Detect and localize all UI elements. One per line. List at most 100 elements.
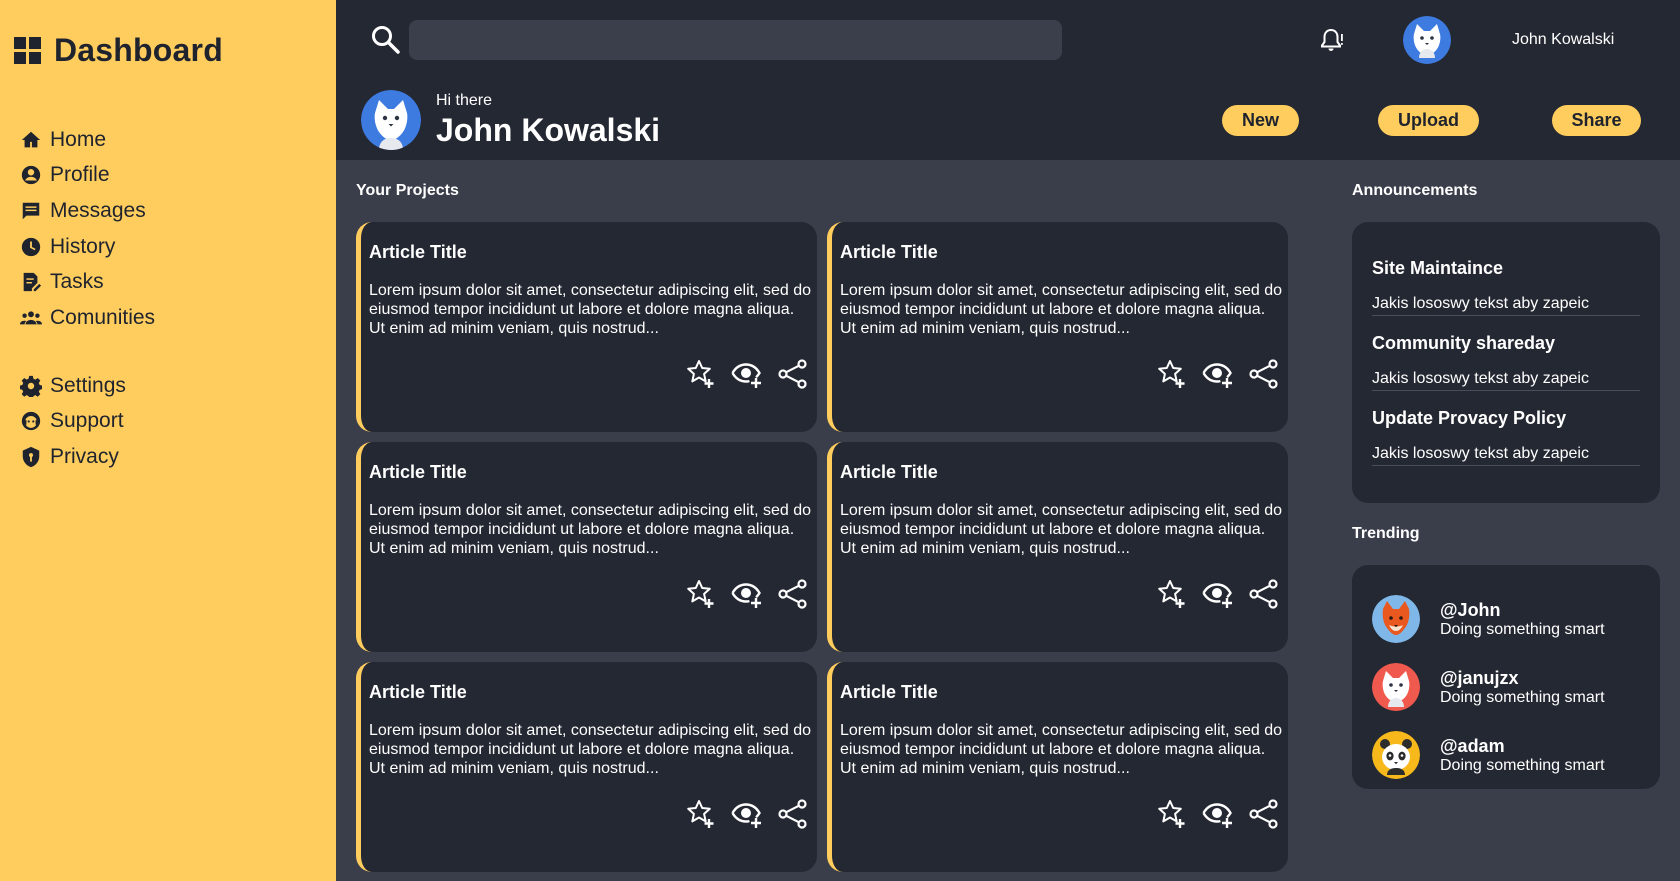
trending-panel: @John Doing something smart @janujzx Doi… (1352, 565, 1660, 789)
support-icon (20, 410, 42, 432)
tasks-icon (20, 271, 42, 293)
primary-nav: Home Profile Messages History Tasks Comu… (20, 122, 155, 336)
secondary-nav: Settings Support Privacy (20, 368, 126, 475)
upload-button[interactable]: Upload (1378, 105, 1479, 136)
share-icon[interactable] (1248, 358, 1280, 390)
sidebar-item-messages[interactable]: Messages (20, 193, 155, 229)
announcement-title: Community shareday (1372, 333, 1556, 353)
home-icon (20, 129, 42, 151)
trending-info: @John Doing something smart (1440, 600, 1605, 639)
trending-item[interactable]: @janujzx Doing something smart (1372, 653, 1640, 721)
card-actions (1156, 358, 1280, 390)
sidebar-item-label: Support (50, 409, 124, 433)
sidebar-item-home[interactable]: Home (20, 122, 155, 158)
sidebar-item-history[interactable]: History (20, 229, 155, 265)
sidebar-item-privacy[interactable]: Privacy (20, 439, 126, 475)
star-add-icon[interactable] (1156, 358, 1188, 390)
trending-handle[interactable]: @adam (1440, 736, 1605, 757)
trending-handle[interactable]: @John (1440, 600, 1605, 621)
header: John Kowalski Hi there John Kowalski New… (336, 0, 1680, 160)
gear-icon (20, 375, 42, 397)
share-icon[interactable] (777, 358, 809, 390)
sidebar-item-profile[interactable]: Profile (20, 158, 155, 194)
brand-title: Dashboard (54, 32, 223, 68)
star-add-icon[interactable] (685, 358, 717, 390)
announcement-item[interactable]: Community shareday Jakis lososwy tekst a… (1372, 333, 1640, 408)
card-text: Lorem ipsum dolor sit amet, consectetur … (369, 722, 811, 777)
card-actions (685, 358, 809, 390)
watch-add-icon[interactable] (1202, 578, 1234, 610)
project-card[interactable]: Article Title Lorem ipsum dolor sit amet… (827, 222, 1288, 432)
card-title: Article Title (840, 682, 938, 702)
card-title: Article Title (840, 462, 938, 482)
share-icon[interactable] (777, 578, 809, 610)
card-text: Lorem ipsum dolor sit amet, consectetur … (840, 722, 1282, 777)
star-add-icon[interactable] (685, 798, 717, 830)
search-icon[interactable] (370, 24, 400, 54)
brand[interactable]: Dashboard (14, 32, 223, 69)
share-icon[interactable] (777, 798, 809, 830)
announcement-title: Update Provacy Policy (1372, 408, 1567, 428)
shield-icon (20, 446, 42, 468)
star-add-icon[interactable] (1156, 798, 1188, 830)
trending-info: @janujzx Doing something smart (1440, 668, 1605, 707)
star-add-icon[interactable] (1156, 578, 1188, 610)
message-icon (20, 200, 42, 222)
sidebar-item-label: History (50, 234, 116, 258)
search-input[interactable] (409, 20, 1062, 60)
sidebar-item-tasks[interactable]: Tasks (20, 264, 155, 300)
user-icon (20, 164, 42, 186)
card-text: Lorem ipsum dolor sit amet, consectetur … (369, 502, 811, 557)
sidebar-item-comunities[interactable]: Comunities (20, 300, 155, 336)
announcement-text: Jakis lososwy tekst aby zapeic (1372, 370, 1640, 391)
dashboard-icon (14, 36, 42, 65)
projects-title: Your Projects (356, 182, 459, 199)
sidebar-item-label: Messages (50, 198, 146, 222)
project-card[interactable]: Article Title Lorem ipsum dolor sit amet… (827, 662, 1288, 872)
project-card[interactable]: Article Title Lorem ipsum dolor sit amet… (356, 442, 817, 652)
watch-add-icon[interactable] (1202, 358, 1234, 390)
sidebar-item-label: Home (50, 127, 107, 151)
project-card[interactable]: Article Title Lorem ipsum dolor sit amet… (356, 662, 817, 872)
trending-desc: Doing something smart (1440, 688, 1605, 706)
page-title: John Kowalski (436, 112, 661, 148)
announcement-text: Jakis lososwy tekst aby zapeic (1372, 295, 1640, 316)
trending-handle[interactable]: @janujzx (1440, 668, 1605, 689)
card-actions (1156, 578, 1280, 610)
new-button[interactable]: New (1222, 105, 1299, 136)
sidebar-item-settings[interactable]: Settings (20, 368, 126, 404)
share-button[interactable]: Share (1552, 105, 1641, 136)
watch-add-icon[interactable] (731, 798, 763, 830)
watch-add-icon[interactable] (1202, 798, 1234, 830)
announcement-item[interactable]: Update Provacy Policy Jakis lososwy teks… (1372, 408, 1640, 483)
announcement-title: Site Maintaince (1372, 258, 1504, 278)
trending-item[interactable]: @adam Doing something smart (1372, 721, 1640, 789)
project-card[interactable]: Article Title Lorem ipsum dolor sit amet… (827, 442, 1288, 652)
watch-add-icon[interactable] (731, 578, 763, 610)
sidebar-item-support[interactable]: Support (20, 404, 126, 440)
username[interactable]: John Kowalski (1512, 31, 1614, 49)
card-title: Article Title (369, 242, 467, 262)
announcement-item[interactable]: Site Maintaince Jakis lososwy tekst aby … (1372, 258, 1640, 333)
fox-avatar-icon (1372, 595, 1420, 643)
project-card[interactable]: Article Title Lorem ipsum dolor sit amet… (356, 222, 817, 432)
trending-item[interactable]: @John Doing something smart (1372, 585, 1640, 653)
group-icon (20, 307, 42, 329)
trending-info: @adam Doing something smart (1440, 736, 1605, 775)
star-add-icon[interactable] (685, 578, 717, 610)
sidebar-item-label: Comunities (50, 305, 156, 329)
watch-add-icon[interactable] (731, 358, 763, 390)
bell-icon[interactable] (1319, 27, 1345, 53)
trending-desc: Doing something smart (1440, 620, 1605, 638)
greeting: Hi there (436, 92, 493, 109)
profile-avatar (361, 90, 421, 150)
announcements-panel: Site Maintaince Jakis lososwy tekst aby … (1352, 222, 1660, 503)
share-icon[interactable] (1248, 798, 1280, 830)
share-icon[interactable] (1248, 578, 1280, 610)
card-title: Article Title (369, 682, 467, 702)
trending-title: Trending (1352, 525, 1420, 542)
card-actions (685, 578, 809, 610)
sidebar-item-label: Tasks (50, 270, 104, 294)
avatar[interactable] (1403, 16, 1451, 64)
clock-icon (20, 236, 42, 258)
